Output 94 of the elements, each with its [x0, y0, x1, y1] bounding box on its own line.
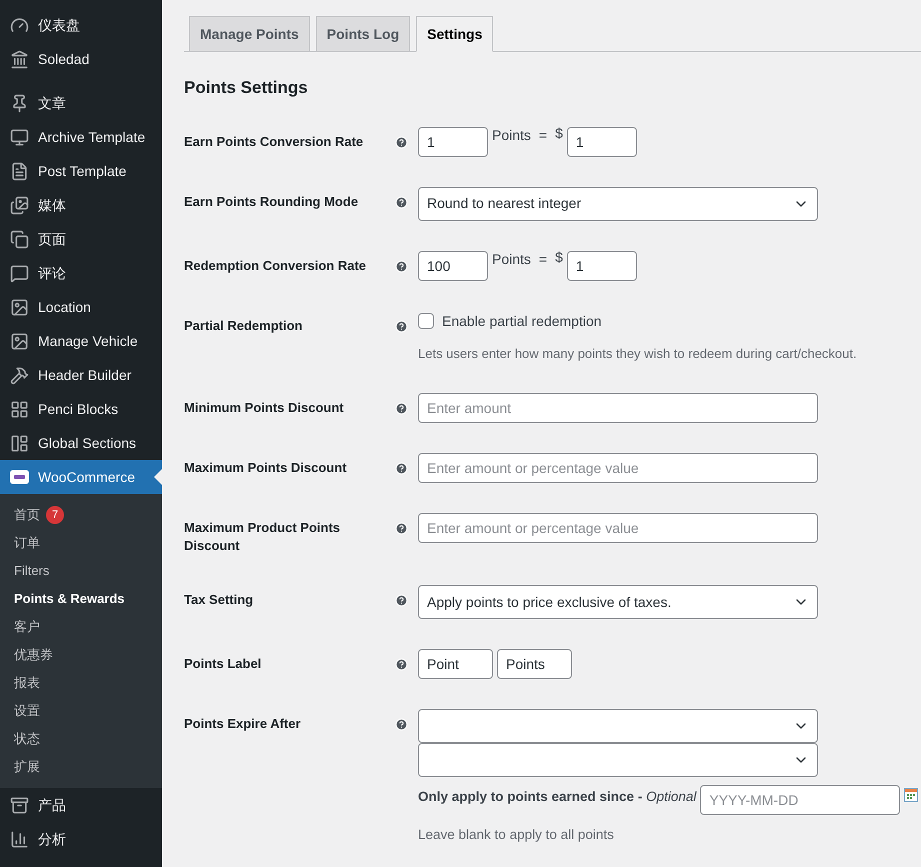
field-label: Earn Points Conversion Rate	[184, 132, 364, 150]
checkbox-label: Enable partial redemption	[442, 312, 602, 331]
quantity-input[interactable]: 1	[418, 126, 488, 156]
help-icon[interactable]	[394, 462, 408, 475]
amount-input[interactable]: 1	[566, 250, 637, 280]
help-icon[interactable]	[394, 522, 408, 535]
submenu-item[interactable]: Filters	[0, 557, 162, 585]
field-label: Maximum Points Discount	[184, 459, 348, 477]
bar-chart-icon	[10, 830, 29, 848]
quantity-input[interactable]: 100	[418, 250, 488, 280]
current-pointer-icon	[154, 469, 162, 485]
text-input[interactable]: Enter amount	[418, 393, 818, 423]
submenu-item[interactable]: 状态	[0, 725, 162, 753]
calendar-icon[interactable]	[904, 788, 918, 802]
sidebar-item[interactable]: 评论	[0, 256, 162, 290]
sidebar-item[interactable]: 仪表盘	[0, 8, 162, 42]
equals-sign: =	[538, 250, 548, 268]
sidebar-item[interactable]: Global Sections	[0, 426, 162, 460]
tab[interactable]: Points Log	[316, 16, 410, 52]
field-label: Maximum Product Points Discount	[184, 519, 342, 555]
checkbox[interactable]	[418, 313, 434, 329]
pages-icon	[10, 230, 29, 248]
sidebar-item[interactable]: 分析	[0, 822, 162, 856]
count-badge: 7	[46, 506, 64, 524]
box-icon	[10, 796, 29, 814]
help-icon[interactable]	[394, 594, 408, 607]
submenu-item[interactable]: 订单	[0, 529, 162, 557]
sidebar-item[interactable]: Manage Vehicle	[0, 324, 162, 358]
layout-icon	[10, 434, 29, 452]
submenu-item[interactable]: 报表	[0, 669, 162, 697]
field-description: Leave blank to apply to all points	[418, 826, 615, 844]
field-label: Points Expire After	[184, 715, 302, 733]
sidebar-item[interactable]: 页面	[0, 222, 162, 256]
tab[interactable]: Manage Points	[189, 16, 310, 52]
help-icon[interactable]	[394, 718, 408, 731]
field-label: Partial Redemption	[184, 316, 304, 334]
select-field[interactable]	[418, 709, 818, 743]
sidebar-item[interactable]: Penci Blocks	[0, 392, 162, 426]
grid-icon	[10, 400, 29, 418]
select-field[interactable]	[418, 743, 818, 777]
help-icon[interactable]	[394, 658, 408, 671]
help-icon[interactable]	[394, 402, 408, 415]
sidebar-item[interactable]: Archive Template	[0, 120, 162, 154]
equals-sign: =	[538, 126, 548, 144]
picture-icon	[10, 332, 29, 350]
amount-input[interactable]: 1	[566, 126, 637, 156]
plural-label-input[interactable]: Points	[497, 649, 572, 679]
select-field[interactable]: Apply points to price exclusive of taxes.	[418, 585, 818, 619]
submenu-item[interactable]: 优惠券	[0, 641, 162, 669]
dashboard-icon	[10, 16, 29, 34]
pin-icon	[10, 94, 29, 112]
comment-icon	[10, 264, 29, 282]
field-description: Lets users enter how many points they wish to redeem during cart/checkout.	[418, 344, 857, 363]
sidebar-item[interactable]: 文章	[0, 86, 162, 120]
submenu-item[interactable]: 设置	[0, 697, 162, 725]
sidebar-item[interactable]: Header Builder	[0, 358, 162, 392]
help-icon[interactable]	[394, 136, 408, 148]
tab[interactable]: Settings	[416, 16, 494, 52]
media-icon	[10, 196, 29, 214]
submenu-item[interactable]: 首页 7	[0, 501, 162, 529]
field-label: Tax Setting	[184, 591, 254, 609]
field-label: Earn Points Rounding Mode	[184, 192, 360, 210]
text-input[interactable]: Enter amount or percentage value	[418, 513, 818, 543]
help-icon[interactable]	[394, 320, 408, 332]
points-unit: Points	[492, 126, 531, 144]
field-label: Minimum Points Discount	[184, 399, 345, 417]
singular-label-input[interactable]: Point	[418, 649, 493, 679]
submenu-item[interactable]: Points & Rewards	[0, 585, 162, 613]
select-field[interactable]: Round to nearest integer	[418, 186, 818, 220]
field-label: Redemption Conversion Rate	[184, 256, 368, 274]
field-label: Points Label	[184, 655, 262, 673]
hammer-icon	[10, 366, 29, 384]
building-icon	[10, 50, 29, 68]
sidebar-item[interactable]: Soledad	[0, 42, 162, 76]
monitor-icon	[10, 128, 29, 146]
help-icon[interactable]	[394, 196, 408, 208]
currency-symbol: $	[555, 124, 563, 142]
currency-symbol: $	[555, 248, 563, 266]
document-icon	[10, 162, 29, 180]
date-input[interactable]: YYYY-MM-DD	[700, 785, 900, 815]
sidebar-item[interactable]: WooCommerce	[0, 460, 162, 494]
sidebar-item[interactable]: 媒体	[0, 188, 162, 222]
sidebar-item[interactable]: Post Template	[0, 154, 162, 188]
submenu-item[interactable]: 客户	[0, 613, 162, 641]
since-label: Only apply to points earned since - Optional	[418, 788, 696, 806]
sidebar-item[interactable]: Location	[0, 290, 162, 324]
help-icon[interactable]	[394, 260, 408, 272]
woo-icon	[10, 470, 29, 484]
section-title: Points Settings	[184, 77, 309, 99]
submenu-item[interactable]: 扩展	[0, 753, 162, 781]
sidebar-item[interactable]: 产品	[0, 788, 162, 822]
points-unit: Points	[492, 250, 531, 268]
text-input[interactable]: Enter amount or percentage value	[418, 453, 818, 483]
picture-icon	[10, 298, 29, 316]
